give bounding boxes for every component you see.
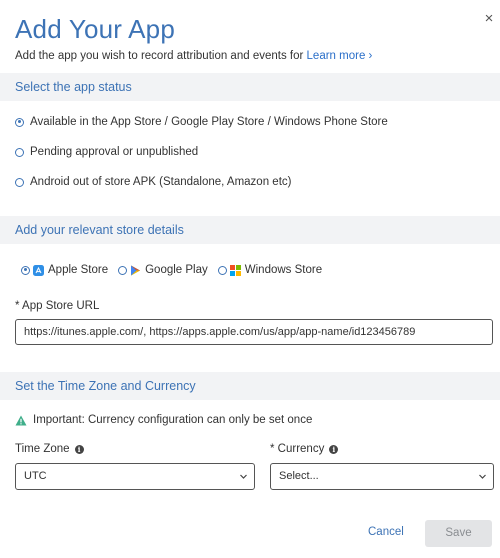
radio-button[interactable] (217, 265, 227, 275)
store-option-label: Windows Store (244, 264, 323, 276)
timezone-section-title: Set the Time Zone and Currency (15, 379, 196, 393)
radio-button[interactable] (15, 147, 24, 157)
currency-label: * Currency i (270, 443, 339, 455)
status-option-pending[interactable]: Pending approval or unpublished (15, 146, 198, 158)
currency-select[interactable]: Select... (270, 463, 494, 490)
currency-warning: Important: Currency configuration can on… (15, 414, 312, 426)
warning-text: Important: Currency configuration can on… (33, 414, 313, 426)
google-play-icon (131, 265, 141, 275)
status-option-label: Available in the App Store / Google Play… (30, 116, 388, 128)
status-section-header: Select the app status (0, 73, 500, 101)
timezone-select-value: UTC (24, 470, 47, 482)
app-store-url-label: * App Store URL (15, 300, 100, 312)
app-store-url-input[interactable]: https://itunes.apple.com/, https://apps.… (15, 319, 493, 345)
timezone-label: Time Zone i (15, 443, 84, 455)
subtitle-text: Add the app you wish to record attributi… (15, 50, 304, 62)
store-section-header: Add your relevant store details (0, 216, 500, 244)
timezone-select[interactable]: UTC (15, 463, 255, 490)
dialog-title: Add Your App (15, 14, 175, 44)
radio-button-checked[interactable] (21, 265, 30, 275)
close-icon[interactable]: × (482, 11, 496, 26)
radio-button-checked[interactable] (15, 117, 24, 127)
store-selector: Apple Store Google Play Windows Store (21, 264, 332, 276)
store-option-label: Apple Store (48, 264, 109, 276)
cancel-button[interactable]: Cancel (368, 526, 404, 538)
status-option-label: Pending approval or unpublished (30, 146, 199, 158)
chevron-down-icon (479, 474, 486, 479)
add-app-dialog: Add Your App × Add the app you wish to r… (0, 0, 500, 558)
save-button[interactable]: Save (425, 520, 492, 547)
status-option-apk[interactable]: Android out of store APK (Standalone, Am… (15, 176, 291, 188)
status-option-available[interactable]: Available in the App Store / Google Play… (15, 116, 388, 128)
store-option-label: Google Play (145, 264, 208, 276)
store-option-google-play[interactable]: Google Play (118, 264, 208, 276)
status-section-title: Select the app status (15, 80, 132, 94)
apple-store-icon (33, 264, 44, 276)
info-icon[interactable]: i (329, 444, 339, 454)
store-option-windows[interactable]: Windows Store (217, 264, 323, 276)
currency-label-text: * Currency (270, 443, 325, 455)
windows-store-icon (229, 264, 241, 276)
timezone-section-header: Set the Time Zone and Currency (0, 372, 500, 400)
chevron-down-icon (240, 474, 247, 479)
radio-button[interactable] (118, 265, 128, 275)
radio-button[interactable] (15, 177, 24, 187)
dialog-subtitle: Add the app you wish to record attributi… (15, 50, 372, 62)
learn-more-link[interactable]: Learn more › (307, 50, 373, 62)
store-section-title: Add your relevant store details (15, 223, 184, 237)
currency-select-value: Select... (279, 470, 319, 482)
info-icon[interactable]: i (74, 444, 84, 454)
status-option-label: Android out of store APK (Standalone, Am… (30, 176, 292, 188)
warning-icon (15, 415, 27, 425)
store-option-apple[interactable]: Apple Store (21, 264, 108, 276)
timezone-label-text: Time Zone (15, 443, 70, 455)
